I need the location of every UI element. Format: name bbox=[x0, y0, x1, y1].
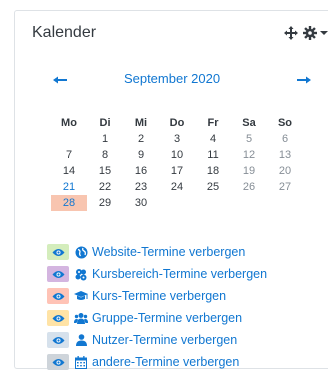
arrow-right-icon bbox=[297, 76, 311, 84]
eye-icon bbox=[52, 358, 64, 366]
month-navigation: September 2020 bbox=[15, 69, 328, 89]
calendar-week-row: 7 8 9 10 11 12 13 bbox=[51, 147, 303, 163]
calendar-day[interactable]: 10 bbox=[159, 147, 195, 163]
filter-course-events[interactable]: Kurs-Termine verbergen bbox=[47, 286, 267, 306]
calendar-day[interactable]: 5 bbox=[231, 131, 267, 147]
calendar-day[interactable]: 16 bbox=[123, 163, 159, 179]
move-icon[interactable] bbox=[284, 26, 298, 40]
calendar-day[interactable]: 7 bbox=[51, 147, 87, 163]
calendar-day[interactable]: 26 bbox=[231, 179, 267, 195]
block-title: Kalender bbox=[32, 24, 97, 41]
filter-label[interactable]: Kurs-Termine verbergen bbox=[92, 289, 226, 303]
caret-down-icon bbox=[320, 31, 328, 35]
calendar-days: 1 2 3 4 5 6 7 8 9 10 11 12 13 14 15 16 17 18 19 20 21 22 23 24 2… bbox=[51, 131, 303, 211]
weekday-header: Fr bbox=[207, 117, 219, 129]
calendar-day-today[interactable]: 28 bbox=[51, 195, 87, 211]
weekday-header: Sa bbox=[242, 117, 256, 129]
empty-day-cell bbox=[195, 195, 231, 211]
filter-label[interactable]: Kursbereich-Termine verbergen bbox=[92, 267, 267, 281]
settings-menu-button[interactable] bbox=[303, 26, 328, 40]
category-icon bbox=[74, 267, 88, 281]
weekday-header: So bbox=[277, 117, 293, 129]
filter-site-events[interactable]: Website-Termine verbergen bbox=[47, 242, 267, 262]
visibility-toggle[interactable] bbox=[47, 244, 69, 260]
globe-icon bbox=[74, 245, 88, 259]
calendar-day[interactable]: 12 bbox=[231, 147, 267, 163]
event-type-filters: Website-Termine verbergen Kursbereich-Te… bbox=[47, 242, 267, 374]
group-icon bbox=[74, 311, 88, 325]
filter-label[interactable]: andere-Termine verbergen bbox=[92, 355, 239, 369]
calendar-icon bbox=[74, 355, 88, 369]
block-controls bbox=[284, 26, 328, 40]
empty-day-cell bbox=[159, 195, 195, 211]
visibility-toggle[interactable] bbox=[47, 266, 69, 282]
calendar-week-row: 21 22 23 24 25 26 27 bbox=[51, 179, 303, 195]
visibility-toggle[interactable] bbox=[47, 288, 69, 304]
calendar-day[interactable]: 15 bbox=[87, 163, 123, 179]
eye-icon bbox=[52, 248, 64, 256]
eye-icon bbox=[52, 314, 64, 322]
weekday-header-row: Mo Di Mi Do Fr Sa So bbox=[51, 115, 303, 131]
calendar-day[interactable]: 9 bbox=[123, 147, 159, 163]
calendar-day[interactable]: 3 bbox=[159, 131, 195, 147]
calendar-week-row: 14 15 16 17 18 19 20 bbox=[51, 163, 303, 179]
calendar-day[interactable]: 20 bbox=[267, 163, 303, 179]
calendar-day[interactable]: 23 bbox=[123, 179, 159, 195]
calendar-day[interactable]: 27 bbox=[267, 179, 303, 195]
filter-category-events[interactable]: Kursbereich-Termine verbergen bbox=[47, 264, 267, 284]
filter-label[interactable]: Website-Termine verbergen bbox=[92, 245, 245, 259]
calendar-day[interactable]: 13 bbox=[267, 147, 303, 163]
empty-day-cell bbox=[51, 131, 87, 147]
weekday-header: Mo bbox=[61, 117, 77, 129]
calendar-day[interactable]: 11 bbox=[195, 147, 231, 163]
weekday-header: Di bbox=[99, 117, 111, 129]
calendar-day[interactable]: 22 bbox=[87, 179, 123, 195]
calendar-day[interactable]: 1 bbox=[87, 131, 123, 147]
calendar-day[interactable]: 14 bbox=[51, 163, 87, 179]
filter-label[interactable]: Nutzer-Termine verbergen bbox=[92, 333, 237, 347]
visibility-toggle[interactable] bbox=[47, 310, 69, 326]
calendar-day[interactable]: 30 bbox=[123, 195, 159, 211]
filter-label[interactable]: Gruppe-Termine verbergen bbox=[92, 311, 242, 325]
next-month-button[interactable] bbox=[297, 71, 311, 89]
calendar-day[interactable]: 4 bbox=[195, 131, 231, 147]
empty-day-cell bbox=[231, 195, 267, 211]
calendar-day[interactable]: 25 bbox=[195, 179, 231, 195]
calendar-day[interactable]: 2 bbox=[123, 131, 159, 147]
visibility-toggle[interactable] bbox=[47, 354, 69, 370]
current-month-link[interactable]: September 2020 bbox=[15, 71, 328, 86]
calendar-week-row: 28 29 30 bbox=[51, 195, 303, 211]
calendar-block: Kalender September 2020 Mo Di Mi Do Fr S… bbox=[14, 10, 328, 370]
calendar-day[interactable]: 19 bbox=[231, 163, 267, 179]
calendar-day[interactable]: 24 bbox=[159, 179, 195, 195]
calendar-day[interactable]: 29 bbox=[87, 195, 123, 211]
calendar-day[interactable]: 18 bbox=[195, 163, 231, 179]
calendar-week-row: 123456 bbox=[51, 131, 303, 147]
calendar-day[interactable]: 21 bbox=[51, 179, 87, 195]
eye-icon bbox=[52, 336, 64, 344]
graduation-cap-icon bbox=[74, 289, 88, 303]
eye-icon bbox=[52, 270, 64, 278]
filter-user-events[interactable]: Nutzer-Termine verbergen bbox=[47, 330, 267, 350]
filter-group-events[interactable]: Gruppe-Termine verbergen bbox=[47, 308, 267, 328]
calendar-day[interactable]: 8 bbox=[87, 147, 123, 163]
calendar-day[interactable]: 17 bbox=[159, 163, 195, 179]
eye-icon bbox=[52, 292, 64, 300]
user-icon bbox=[74, 333, 88, 347]
gear-icon bbox=[303, 26, 317, 40]
visibility-toggle[interactable] bbox=[47, 332, 69, 348]
filter-other-events[interactable]: andere-Termine verbergen bbox=[47, 352, 267, 372]
month-calendar-table: Mo Di Mi Do Fr Sa So 1 2 3 4 5 6 7 8 9 10 11 12 13 14… bbox=[51, 115, 303, 211]
weekday-header: Mi bbox=[134, 117, 148, 129]
calendar-day[interactable]: 6 bbox=[267, 131, 303, 147]
weekday-header: Do bbox=[169, 117, 185, 129]
empty-day-cell bbox=[267, 195, 303, 211]
